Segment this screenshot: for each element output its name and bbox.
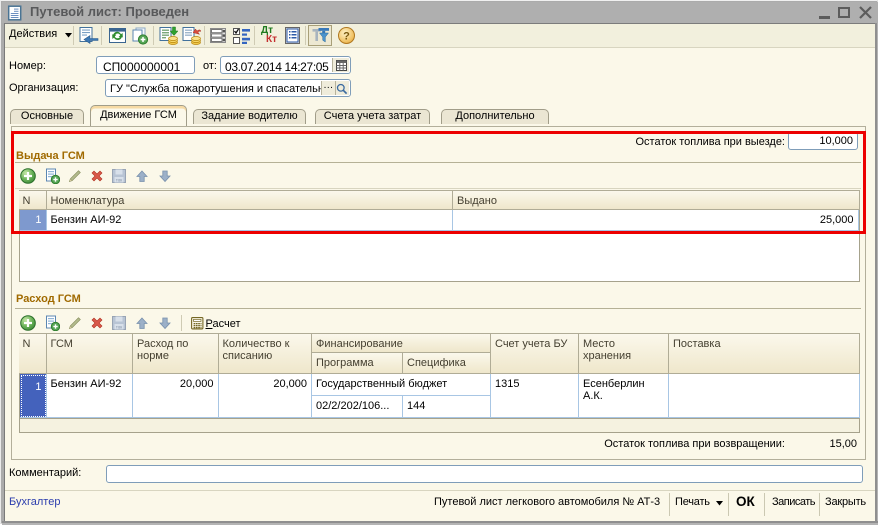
svg-text:?: ?: [343, 31, 350, 43]
